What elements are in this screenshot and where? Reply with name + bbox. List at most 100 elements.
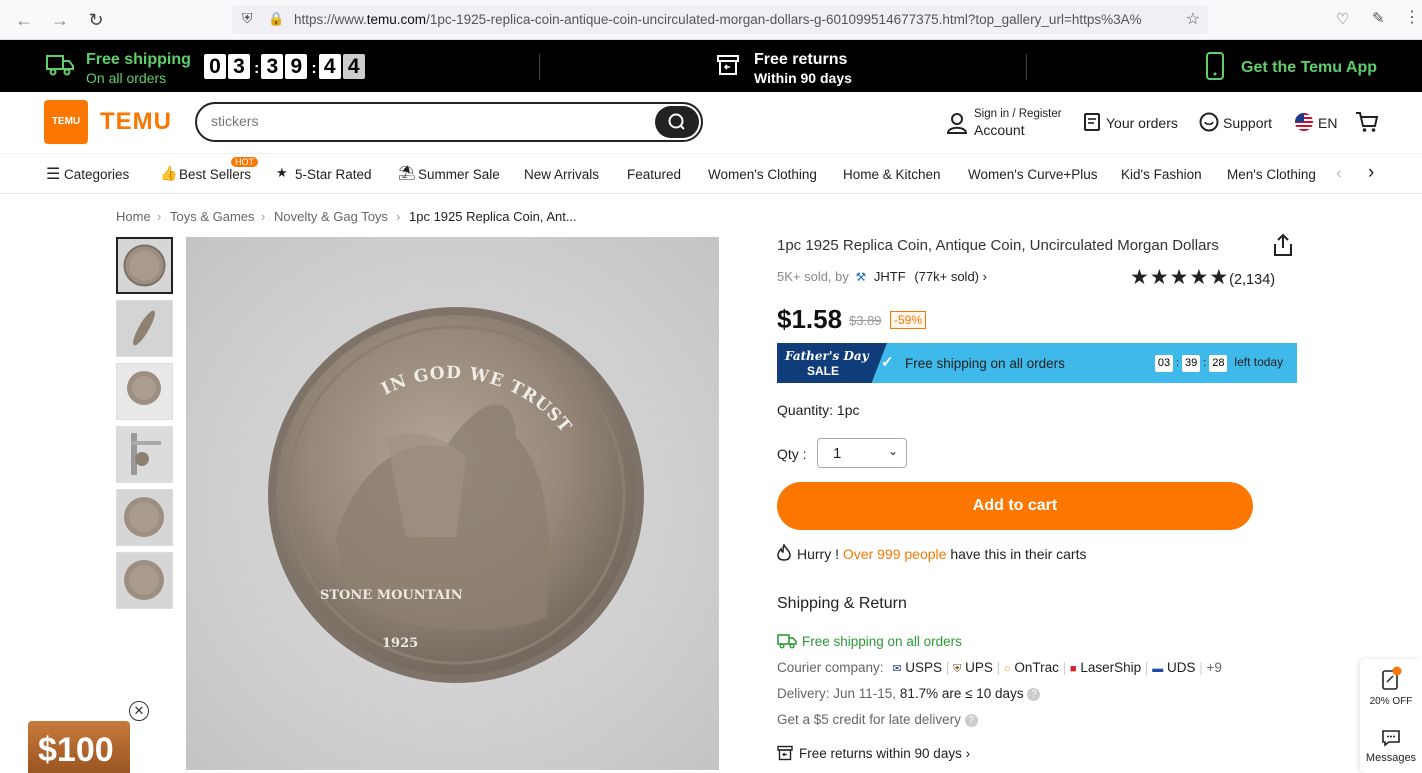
us-flag-icon[interactable] [1295,113,1313,131]
divider [539,54,540,80]
coin-thumb-image [118,239,171,292]
promo-bar: Free shipping On all orders 03:39:44 Fre… [0,40,1422,92]
user-icon[interactable] [947,112,967,134]
free-shipping-title: Free shipping [86,51,191,68]
qty-select[interactable]: 1 ⌄ [817,438,907,468]
support-link[interactable]: Support [1223,115,1272,131]
help-icon[interactable]: ? [964,713,978,727]
sale-title: Father's Day [785,349,869,363]
gallery-thumbnail[interactable] [116,552,173,609]
chevron-right-icon[interactable]: › [983,269,987,284]
pocket-icon[interactable]: ♡ [1336,10,1349,28]
coupon-popup[interactable]: $100 [28,721,130,773]
nav-kids-fashion[interactable]: Kid's Fashion [1121,167,1202,182]
forward-arrow-icon[interactable]: → [48,8,72,32]
extensions-icon[interactable]: ✎ [1372,9,1385,27]
check-icon: ✓ [881,354,894,371]
nav-5-star-rated[interactable]: 5-Star Rated [295,167,372,182]
coin-inscription: STONE MOUNTAIN [320,588,463,603]
breadcrumb-toys-games[interactable]: Toys & Games [170,209,255,224]
nav-home-kitchen[interactable]: Home & Kitchen [843,167,941,182]
gallery-thumbnail[interactable] [116,426,173,483]
breadcrumb-home[interactable]: Home [116,209,151,224]
main-product-image[interactable]: IN GOD WE TRUST STONE MOUNTAIN 1925 [186,237,719,770]
gallery-thumbnail[interactable] [116,300,173,357]
original-price: $3.89 [849,313,882,328]
temu-logo-text[interactable]: TEMU [100,108,172,136]
product-title: 1pc 1925 Replica Coin, Antique Coin, Unc… [777,237,1219,254]
address-bar[interactable]: ⛨ 🔒 https://www.temu.com/1pc-1925-replic… [232,5,1208,34]
support-icon[interactable] [1199,112,1219,132]
nav-featured[interactable]: Featured [627,167,681,182]
nav-categories[interactable]: Categories [64,167,129,182]
chevron-left-icon[interactable]: ‹ [1336,163,1342,183]
orders-icon[interactable] [1084,113,1100,131]
sale-text: Free shipping on all orders [905,356,1065,371]
chevron-right-icon[interactable]: › [1368,162,1374,184]
get-app-link[interactable]: Get the Temu App [1241,59,1377,77]
hurry-highlight: Over 999 people [842,546,947,562]
share-icon[interactable] [1272,233,1294,257]
nav-best-sellers[interactable]: Best Sellers [179,167,251,182]
courier-label: Courier company: [777,660,884,675]
cart-icon[interactable] [1355,111,1379,133]
coupon-icon [1382,666,1402,690]
price: $1.58 [777,304,843,334]
language-selector[interactable]: EN [1318,115,1337,131]
add-to-cart-button[interactable]: Add to cart [777,482,1253,530]
lock-icon[interactable]: 🔒 [268,11,284,27]
sign-in-link[interactable]: Sign in / Register [974,108,1062,120]
nav-mens-clothing[interactable]: Men's Clothing [1227,167,1316,182]
returns-text: Free returns within 90 days [799,746,962,761]
star-icon: ★ [1149,266,1169,289]
hurry-rest: have this in their carts [950,546,1087,562]
coin-size-thumb-image [117,364,172,419]
store-sold[interactable]: (77k+ sold) [914,269,979,284]
hot-badge: HOT [231,157,258,167]
usps-icon: ✉ [892,663,902,675]
gallery-thumbnail[interactable] [116,237,173,294]
star-icon: ★ [1130,266,1149,289]
store-name[interactable]: JHTF [874,269,906,284]
reload-icon[interactable]: ↻ [84,8,108,32]
rating[interactable]: ★★★★★(2,134) [1130,265,1275,290]
bookmark-star-icon[interactable]: ☆ [1186,9,1200,29]
nav-summer-sale[interactable]: Summer Sale [418,167,500,182]
countdown-digit: 3 [261,54,284,79]
menu-icon[interactable]: ⋮ [1404,7,1420,27]
sale-subtitle: SALE [807,364,840,378]
coupon-widget[interactable]: 20% OFF [1360,665,1422,707]
gallery-thumbnail[interactable] [116,363,173,420]
returns-line[interactable]: Free returns within 90 days › [777,745,970,761]
sold-line: 5K+ sold, by ⚒ JHTF (77k+ sold) › [777,269,987,284]
breadcrumb-novelty[interactable]: Novelty & Gag Toys [274,209,388,224]
ups-icon: ⛨ [953,663,962,675]
nav-womens-curve-plus[interactable]: Women's Curve+Plus [968,167,1098,182]
star-icon: ★ [1169,266,1189,289]
return-box-icon [717,55,739,75]
credit-line: Get a $5 credit for late delivery ? [777,712,978,727]
courier-line: Courier company: ✉ USPS | ⛨ UPS | ○ OnTr… [777,660,1222,675]
temu-logo-icon[interactable]: TEMU [44,100,88,144]
shield-icon[interactable]: ⛨ [242,10,253,27]
account-link[interactable]: Account [974,122,1025,138]
hamburger-icon[interactable]: ☰ [46,164,60,184]
courier-more[interactable]: +9 [1207,660,1222,675]
your-orders-link[interactable]: Your orders [1106,115,1178,131]
free-shipping-text: Free shipping on all orders [802,634,962,649]
gallery-thumbnail[interactable] [116,489,173,546]
search-input[interactable] [211,113,611,129]
help-icon[interactable]: ? [1027,687,1041,701]
flame-icon [777,543,791,561]
truck-icon [777,634,797,649]
shipping-title: Shipping & Return [777,595,907,612]
close-icon[interactable]: ✕ [129,701,149,721]
courier-usps: USPS [905,660,943,675]
nav-womens-clothing[interactable]: Women's Clothing [708,167,817,182]
messages-widget[interactable]: Messages [1360,729,1422,764]
nav-new-arrivals[interactable]: New Arrivals [524,167,599,182]
coin-edge-thumb-image [117,301,172,356]
search-button[interactable] [655,106,699,138]
back-arrow-icon[interactable]: ← [12,8,36,32]
chat-icon [1382,730,1400,747]
